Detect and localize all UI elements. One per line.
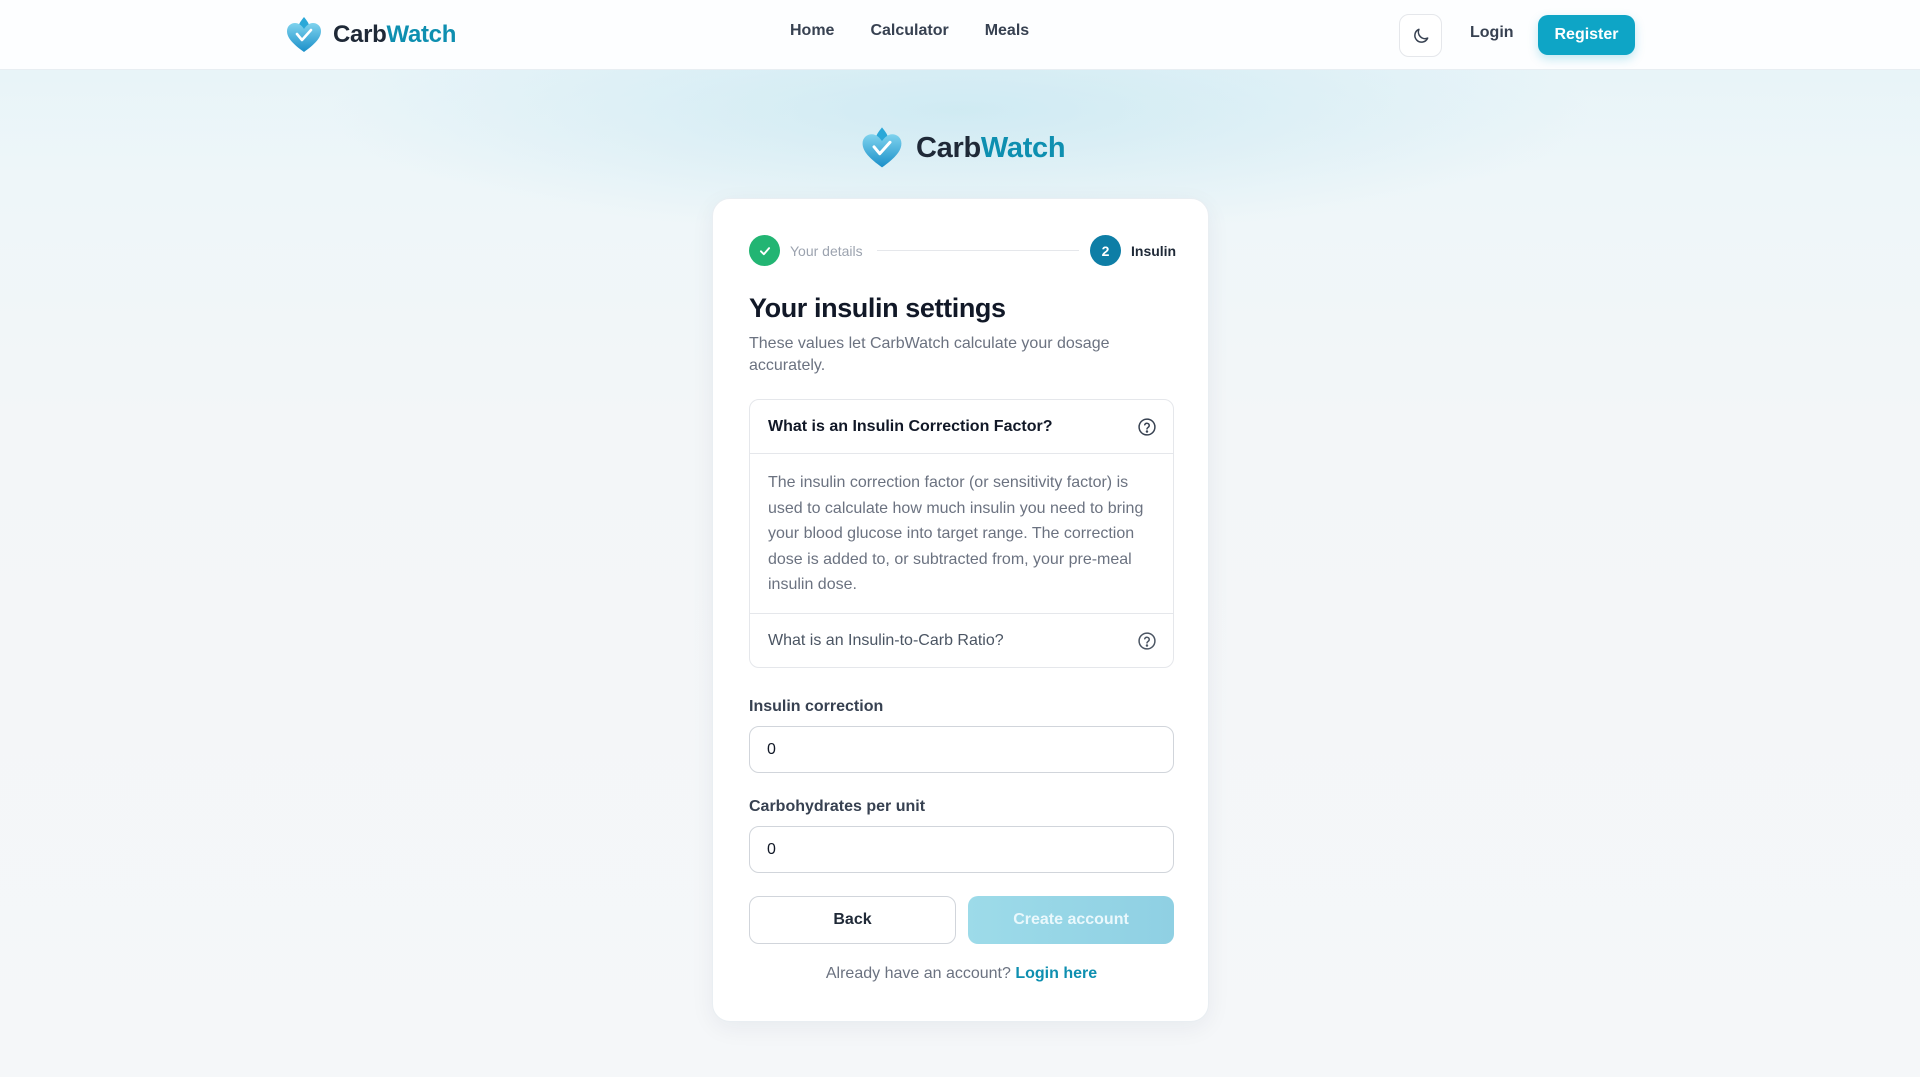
step2-indicator: 2 [1090, 235, 1121, 266]
carbs-per-unit-label: Carbohydrates per unit [749, 798, 926, 815]
login-prompt: Already have an account? Login here [713, 965, 1210, 983]
step1-complete-indicator [749, 235, 780, 266]
register-button[interactable]: Register [1538, 15, 1635, 55]
step-connector [877, 250, 1079, 251]
heart-drop-logo-icon [287, 17, 321, 52]
accordion-item-correction-factor[interactable]: What is an Insulin Correction Factor? [750, 400, 1173, 454]
accordion-question: What is an Insulin Correction Factor? [768, 417, 1053, 435]
check-icon [759, 246, 770, 255]
nav-calculator[interactable]: Calculator [870, 22, 948, 40]
login-here-link[interactable]: Login here [1015, 965, 1097, 982]
top-navbar: CarbWatch Home Calculator Meals Login Re… [0, 0, 1920, 70]
faq-accordion: What is an Insulin Correction Factor? Th… [749, 399, 1174, 668]
page-subtitle: These values let CarbWatch calculate you… [749, 335, 1110, 374]
main-nav: Home Calculator Meals [790, 22, 1029, 40]
accordion-question: What is an Insulin-to-Carb Ratio? [768, 631, 1004, 649]
page-brand: CarbWatch [858, 124, 1066, 172]
carbs-per-unit-input[interactable] [749, 826, 1174, 873]
insulin-correction-label: Insulin correction [749, 698, 884, 715]
page-title: Your insulin settings [749, 293, 1006, 323]
header-login-link[interactable]: Login [1470, 24, 1514, 42]
create-account-button[interactable]: Create account [968, 896, 1174, 944]
registration-card: Your details 2 Insulin Your insulin sett… [712, 198, 1209, 1022]
step1-label: Your details [790, 243, 863, 259]
moon-icon [1413, 28, 1428, 43]
page-brand-name: CarbWatch [916, 131, 1066, 164]
insulin-correction-input[interactable] [749, 726, 1174, 773]
nav-home[interactable]: Home [790, 22, 834, 40]
brand-logo-link[interactable]: CarbWatch [283, 14, 456, 56]
help-circle-icon [1138, 418, 1156, 436]
nav-meals[interactable]: Meals [985, 22, 1029, 40]
login-prompt-text: Already have an account? [825, 965, 1011, 982]
step2-label: Insulin [1131, 243, 1177, 259]
stepper: Your details 2 Insulin [749, 235, 1177, 267]
brand-name: CarbWatch [333, 21, 457, 48]
heart-drop-logo-icon [862, 127, 902, 168]
back-button[interactable]: Back [749, 896, 956, 944]
help-circle-icon [1138, 632, 1156, 650]
theme-toggle-button[interactable] [1399, 14, 1442, 57]
accordion-answer: The insulin correction factor (or sensit… [768, 474, 1144, 593]
accordion-item-carb-ratio[interactable]: What is an Insulin-to-Carb Ratio? [750, 613, 1173, 667]
